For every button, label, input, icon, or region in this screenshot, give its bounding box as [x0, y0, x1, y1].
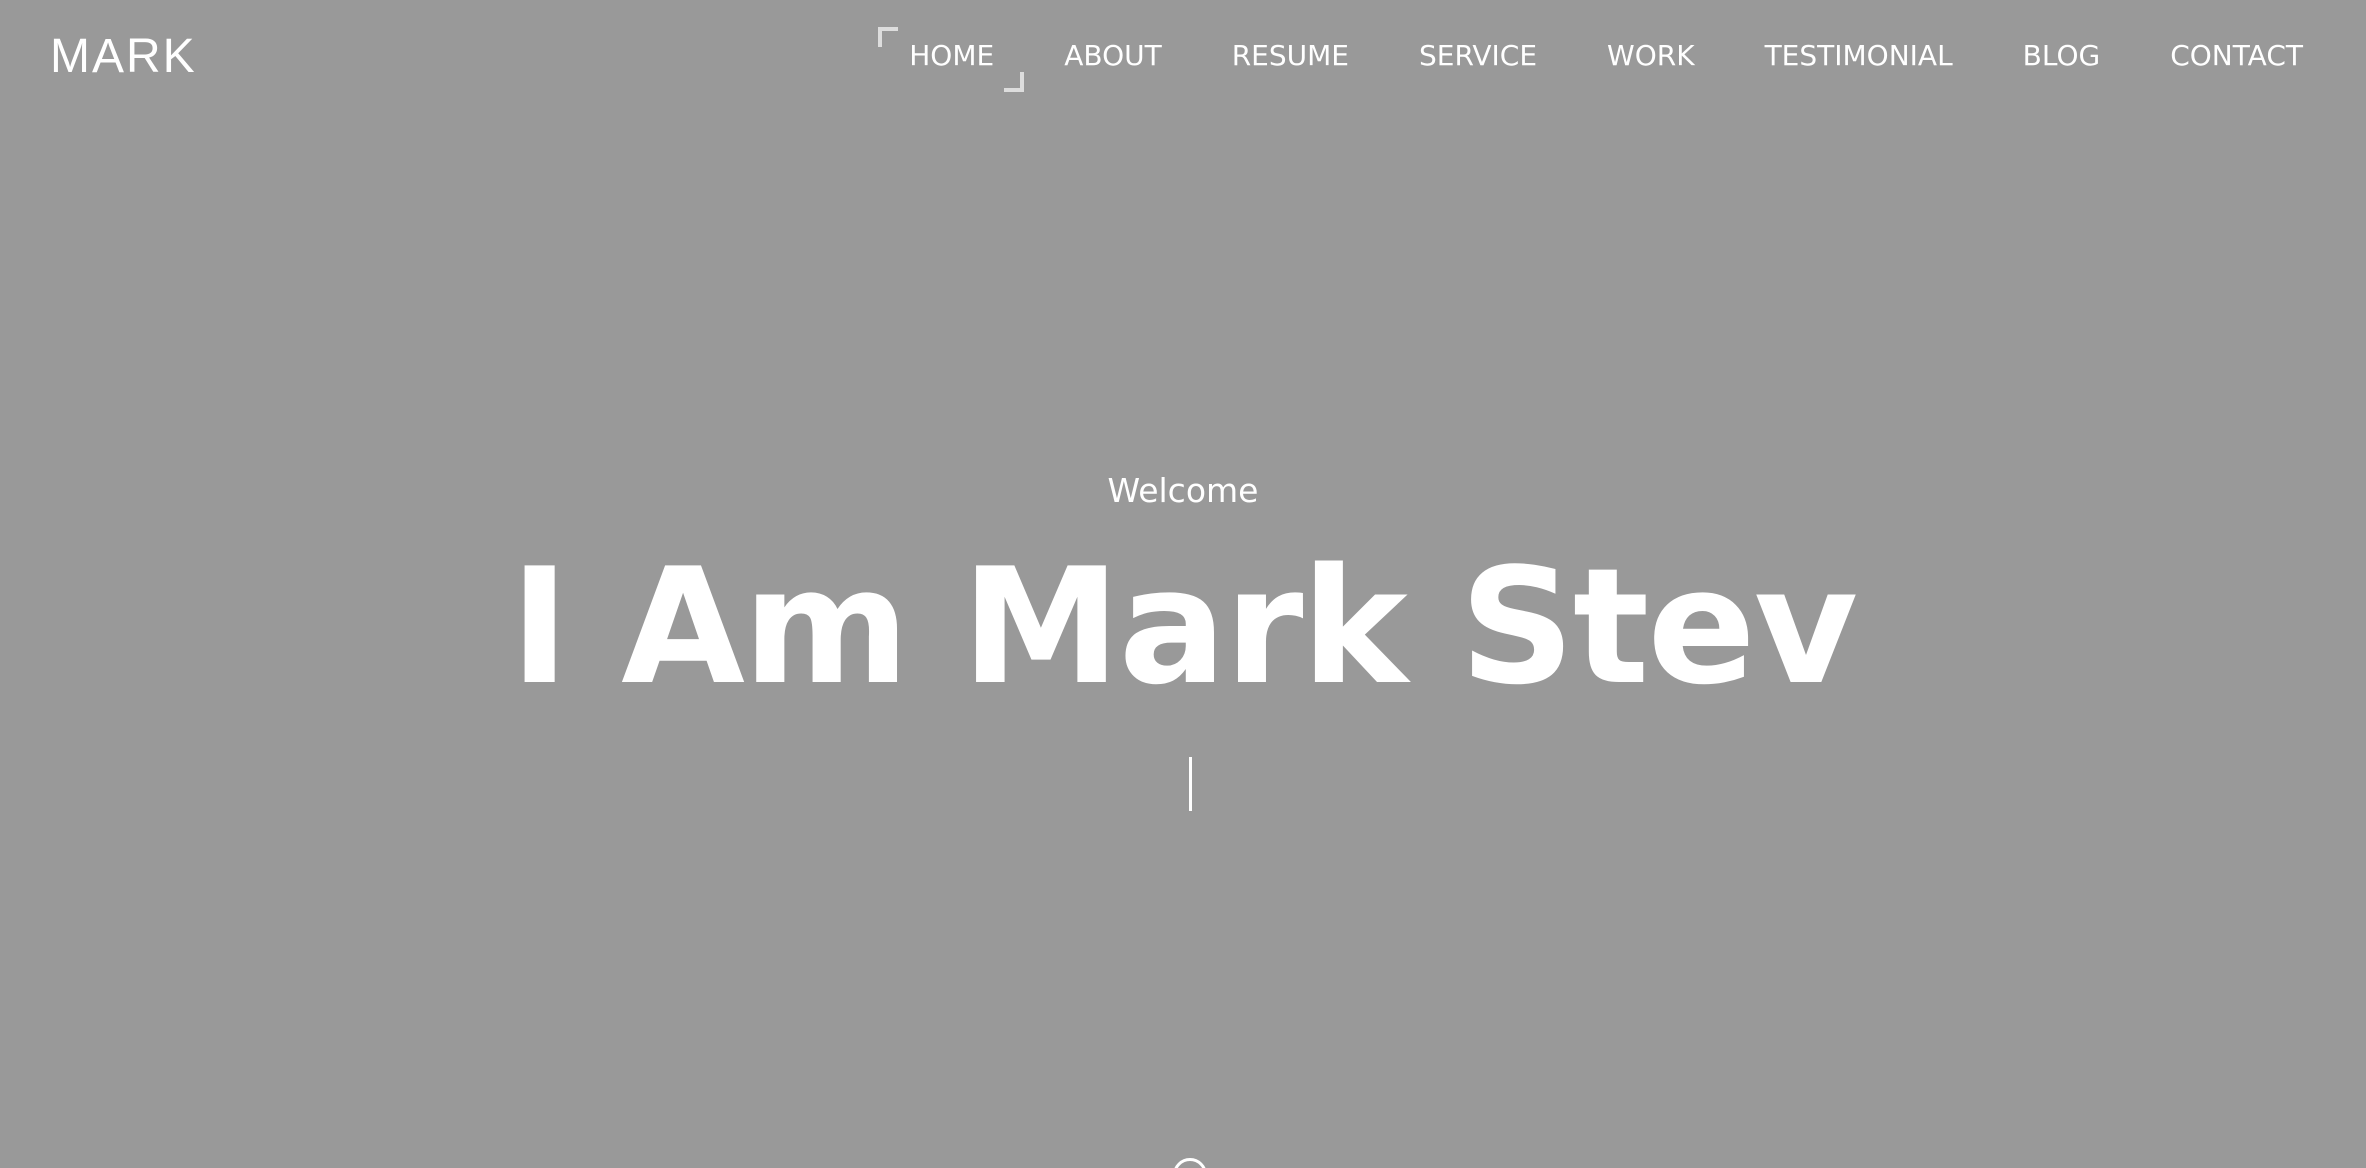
nav-item-testimonial[interactable]: TESTIMONIAL [1765, 34, 1953, 78]
typing-cursor [1189, 757, 1192, 811]
nav-item-blog[interactable]: BLOG [2023, 34, 2101, 78]
mouse-scroll-icon[interactable] [1173, 1158, 1207, 1168]
site-logo[interactable]: MARK [50, 31, 197, 83]
hero-welcome-text: Welcome [1107, 471, 1259, 510]
hero-section: Welcome I Am Mark Stev [0, 463, 2366, 717]
nav-item-contact[interactable]: CONTACT [2170, 34, 2303, 78]
nav-item-about[interactable]: ABOUT [1064, 34, 1162, 78]
main-nav: HOME ABOUT RESUME SERVICE WORK TESTIMONI… [878, 27, 2303, 92]
nav-item-resume[interactable]: RESUME [1232, 34, 1349, 78]
nav-item-home[interactable]: HOME [878, 27, 1025, 92]
hero-headline: I Am Mark Stev [509, 533, 1858, 720]
nav-item-service[interactable]: SERVICE [1419, 34, 1537, 78]
page: MARK HOME ABOUT RESUME SERVICE WORK TEST… [0, 0, 2366, 1168]
nav-item-work[interactable]: WORK [1607, 34, 1695, 78]
